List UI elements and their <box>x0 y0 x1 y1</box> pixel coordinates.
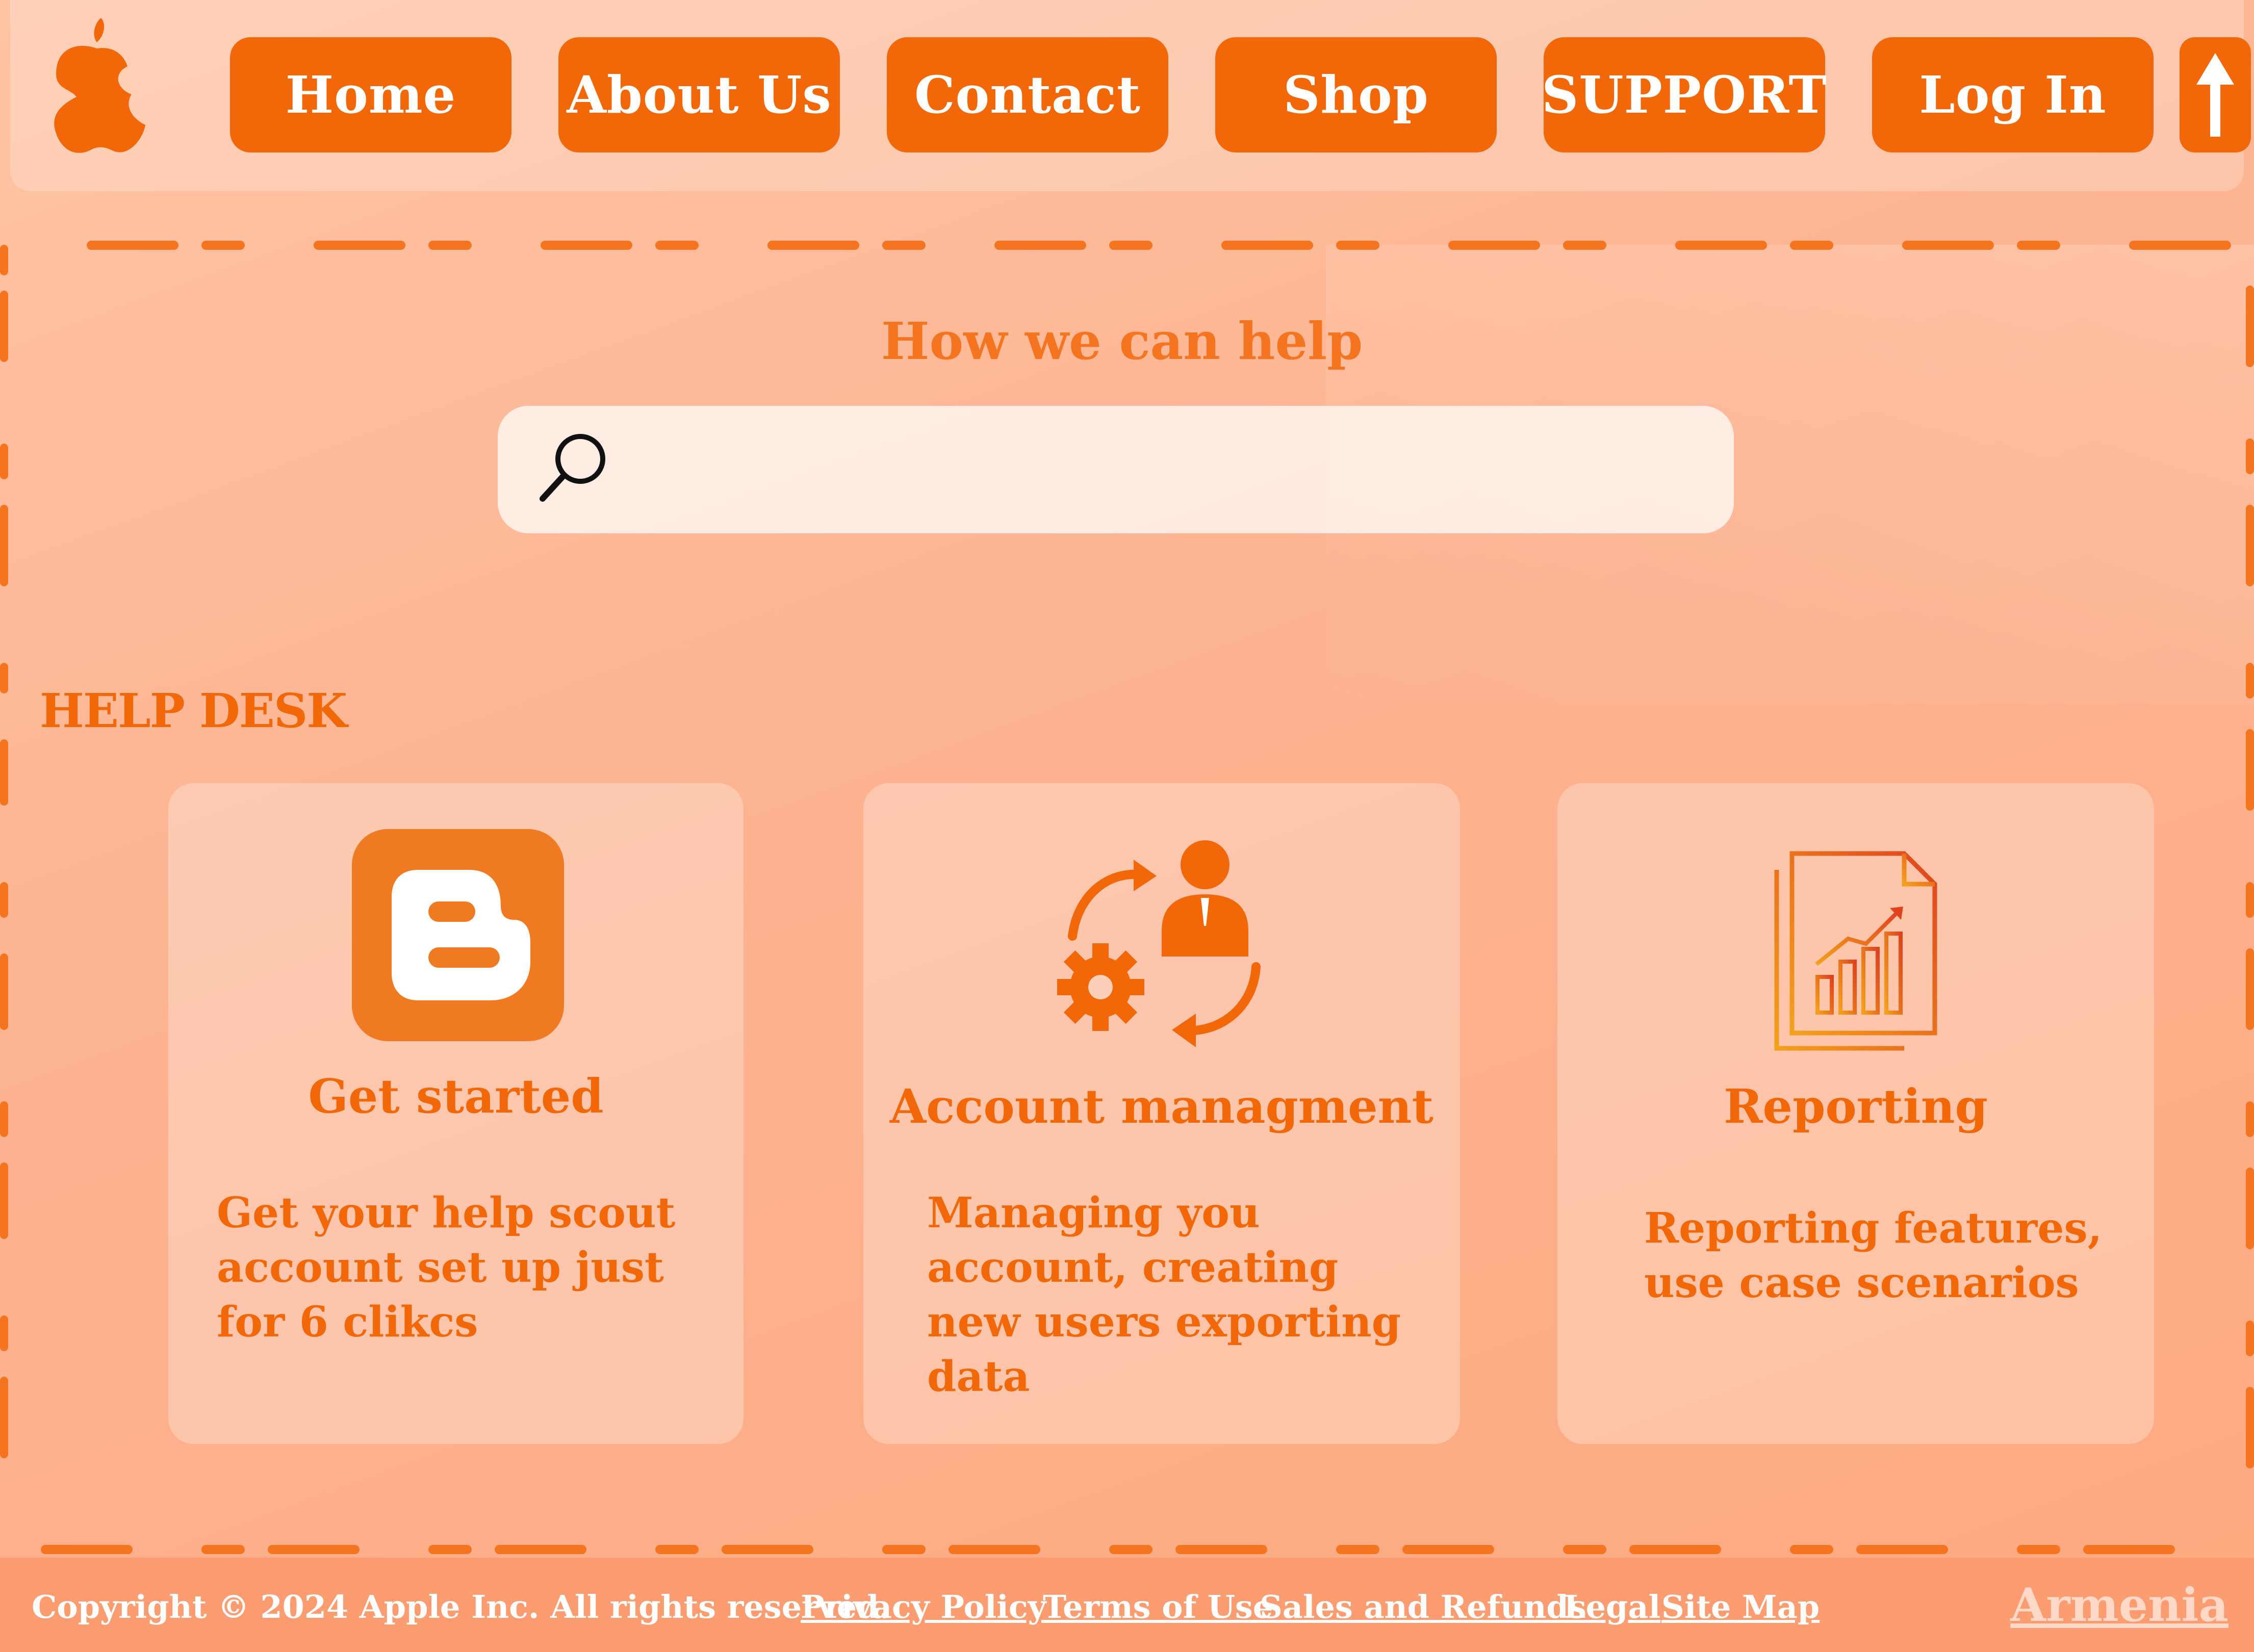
footer: Copyright © 2024 Apple Inc. All rights r… <box>0 1558 2254 1652</box>
footer-region-link[interactable]: Armenia <box>2010 1578 2229 1632</box>
account-management-icon <box>1057 840 1261 1047</box>
search-icon[interactable] <box>533 426 615 508</box>
scroll-top-button[interactable] <box>2180 37 2251 152</box>
card-account-management[interactable]: Account managment Managing you account, … <box>863 783 1460 1444</box>
search-bar[interactable] <box>498 406 1734 533</box>
search-input[interactable] <box>635 426 1698 514</box>
footer-link-legal[interactable]: Legal <box>1564 1588 1660 1625</box>
apple-logo-icon[interactable] <box>41 13 153 161</box>
report-chart-icon <box>1774 851 1937 1051</box>
nav-contact-button[interactable]: Contact <box>887 37 1168 152</box>
top-navbar: Home About Us Contact Shop SUPPORT Log I… <box>10 0 2251 191</box>
help-desk-heading: HELP DESK <box>40 683 347 738</box>
nav-home-button[interactable]: Home <box>230 37 511 152</box>
hero-title: How we can help <box>881 311 1363 371</box>
blogger-icon <box>352 829 564 1041</box>
card-get-started[interactable]: Get started Get your help scout account … <box>168 783 744 1444</box>
card-title-get-started: Get started <box>308 1069 604 1124</box>
card-title-reporting: Reporting <box>1724 1079 1988 1134</box>
nav-shop-button[interactable]: Shop <box>1215 37 1497 152</box>
footer-link-privacy[interactable]: Privacy Policy <box>801 1588 1046 1625</box>
card-title-account-management: Account managment <box>889 1079 1434 1134</box>
nav-support-button[interactable]: SUPPORT <box>1542 37 1827 152</box>
nav-about-button[interactable]: About Us <box>558 37 840 152</box>
footer-copyright: Copyright © 2024 Apple Inc. All rights r… <box>32 1588 890 1625</box>
footer-link-site-map[interactable]: Site Map <box>1661 1588 1820 1625</box>
footer-link-terms[interactable]: Terms of Use <box>1043 1588 1273 1625</box>
footer-link-sales-refunds[interactable]: Sales and Refunds <box>1260 1588 1586 1625</box>
card-text-reporting: Reporting features, use case scenarios <box>1644 1204 2103 1307</box>
nav-login-button[interactable]: Log In <box>1872 37 2154 152</box>
card-reporting[interactable]: Reporting Reporting features, use case s… <box>1557 783 2154 1444</box>
card-text-account-management: Managing you account, creating new users… <box>927 1189 1401 1401</box>
card-text-get-started: Get your help scout account set up just … <box>217 1189 676 1347</box>
arrow-up-icon <box>2196 53 2234 137</box>
